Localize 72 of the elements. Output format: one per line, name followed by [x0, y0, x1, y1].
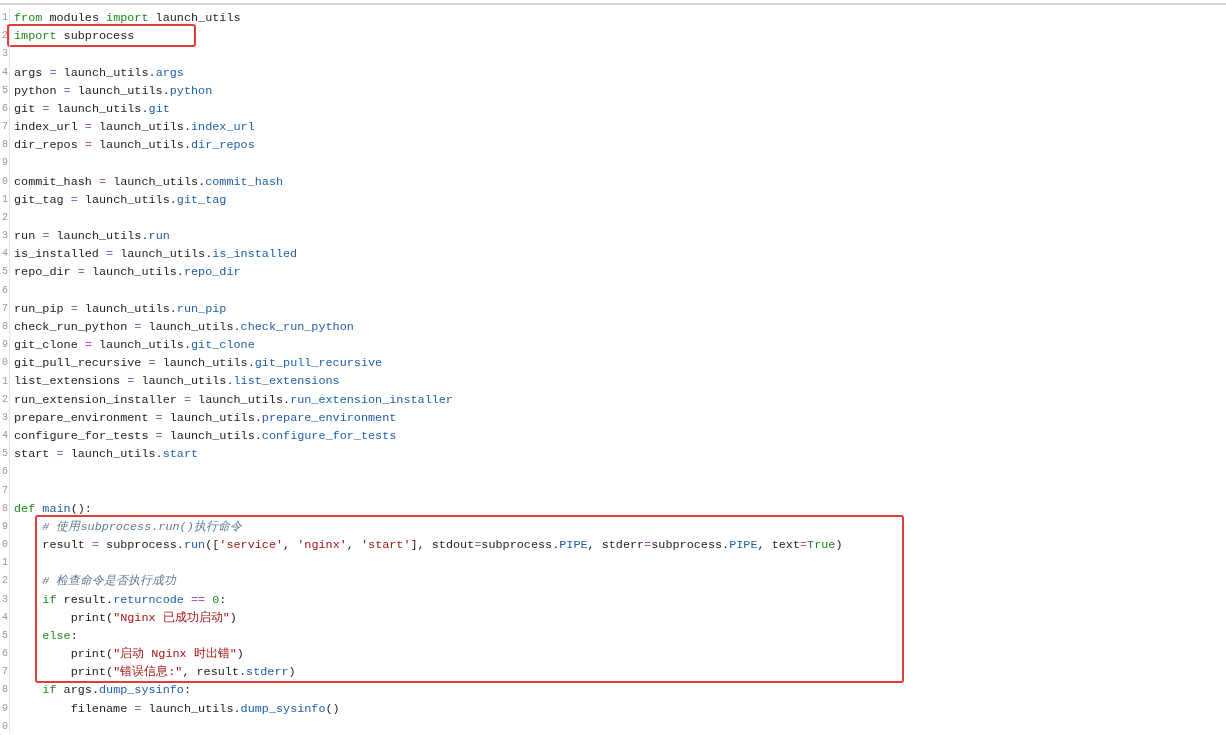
line-number: 2	[1, 394, 8, 405]
code-line: if result.returncode == 0:	[41, 592, 227, 607]
line-number: 7	[1, 122, 8, 133]
line-number: 4	[1, 67, 8, 78]
line-number: 0	[1, 176, 8, 187]
line-number: 8	[1, 322, 8, 332]
code-line: prepare_environment = launch_utils.prepare_environment	[14, 410, 397, 425]
code-line: git = launch_utils.git	[14, 101, 170, 116]
line-number: 1	[1, 13, 8, 24]
line-number: 6	[1, 103, 8, 114]
code-line: import subprocess	[14, 29, 135, 44]
line-number: 5	[1, 449, 8, 460]
line-number: 2	[1, 576, 8, 587]
line-number: 1	[1, 194, 8, 205]
code-line: git_pull_recursive = launch_utils.git_pull_recursive	[14, 356, 383, 371]
line-number: 3	[1, 594, 8, 605]
code-line: from modules import launch_utils	[14, 11, 241, 26]
line-number: 5	[1, 85, 8, 96]
code-line: git_clone = launch_utils.git_clone	[14, 338, 255, 353]
line-number: 4	[1, 612, 8, 623]
code-line: configure_for_tests = launch_utils.configure_for_tests	[14, 428, 397, 444]
line-number: 4	[1, 249, 8, 260]
code-line: run_extension_installer = launch_utils.run_extension_installer	[14, 392, 453, 407]
line-number: 8	[1, 685, 8, 696]
line-number: 0	[1, 721, 8, 732]
code-line: print("Nginx 已成功启动")	[69, 610, 237, 625]
code-line: dir_repos = launch_utils.dir_repos	[14, 138, 255, 153]
line-number: 2	[1, 212, 8, 223]
line-number: 5	[1, 267, 8, 278]
line-number: 3	[1, 412, 8, 423]
line-number: 2	[1, 31, 8, 42]
line-number: 8	[1, 140, 8, 151]
code-line: print("错误信息:", result.stderr)	[69, 665, 296, 680]
line-number: 9	[1, 521, 8, 532]
code-line: list_extensions = launch_utils.list_extensions	[14, 374, 340, 389]
code-line: repo_dir = launch_utils.repo_dir	[14, 265, 241, 280]
line-number: 9	[1, 703, 8, 714]
code-line: # 检查命令是否执行成功	[41, 574, 177, 589]
line-number: 9	[1, 340, 8, 351]
line-number: 7	[1, 667, 8, 678]
line-number: 6	[1, 285, 8, 296]
code-line: else:	[41, 628, 78, 643]
line-number: 9	[1, 158, 8, 169]
code-line: # 使用subprocess.run()执行命令	[41, 519, 242, 534]
line-number: 7	[1, 303, 8, 314]
code-line: commit_hash = launch_utils.commit_hash	[14, 174, 284, 189]
line-number: 1	[1, 376, 8, 387]
line-number: 7	[1, 485, 8, 496]
line-number: 6	[1, 649, 8, 660]
code-line: check_run_python = launch_utils.check_run_python	[14, 319, 354, 335]
code-line: filename = launch_utils.dump_sysinfo()	[69, 701, 340, 716]
line-number: 0	[1, 540, 8, 551]
line-number: 1	[1, 558, 8, 569]
code-line: result = subprocess.run(['service', 'nginx', 'start'], stdout=subprocess.PIPE, stderr=subprocess.PIPE, text=True)	[41, 538, 843, 553]
code-line: start = launch_utils.start	[14, 447, 199, 462]
code-line: if args.dump_sysinfo:	[41, 683, 191, 698]
line-number: 6	[1, 467, 8, 478]
code-line: def main():	[14, 501, 92, 516]
code-line: index_url = launch_utils.index_url	[14, 120, 255, 135]
code-line: is_installed = launch_utils.is_installed	[14, 247, 298, 262]
line-number: 4	[1, 431, 8, 442]
code-line: print("启动 Nginx 时出错")	[69, 647, 244, 662]
code-line: run = launch_utils.run	[14, 229, 170, 244]
line-number: 5	[1, 630, 8, 641]
code-line: git_tag = launch_utils.git_tag	[14, 192, 227, 207]
code-line: python = launch_utils.python	[14, 83, 213, 98]
line-number: 8	[1, 503, 8, 514]
line-number: 0	[1, 358, 8, 369]
line-number: 3	[1, 231, 8, 242]
code-line: run_pip = launch_utils.run_pip	[14, 301, 227, 316]
code-line: args = launch_utils.args	[14, 65, 184, 80]
line-number: 3	[1, 49, 8, 60]
